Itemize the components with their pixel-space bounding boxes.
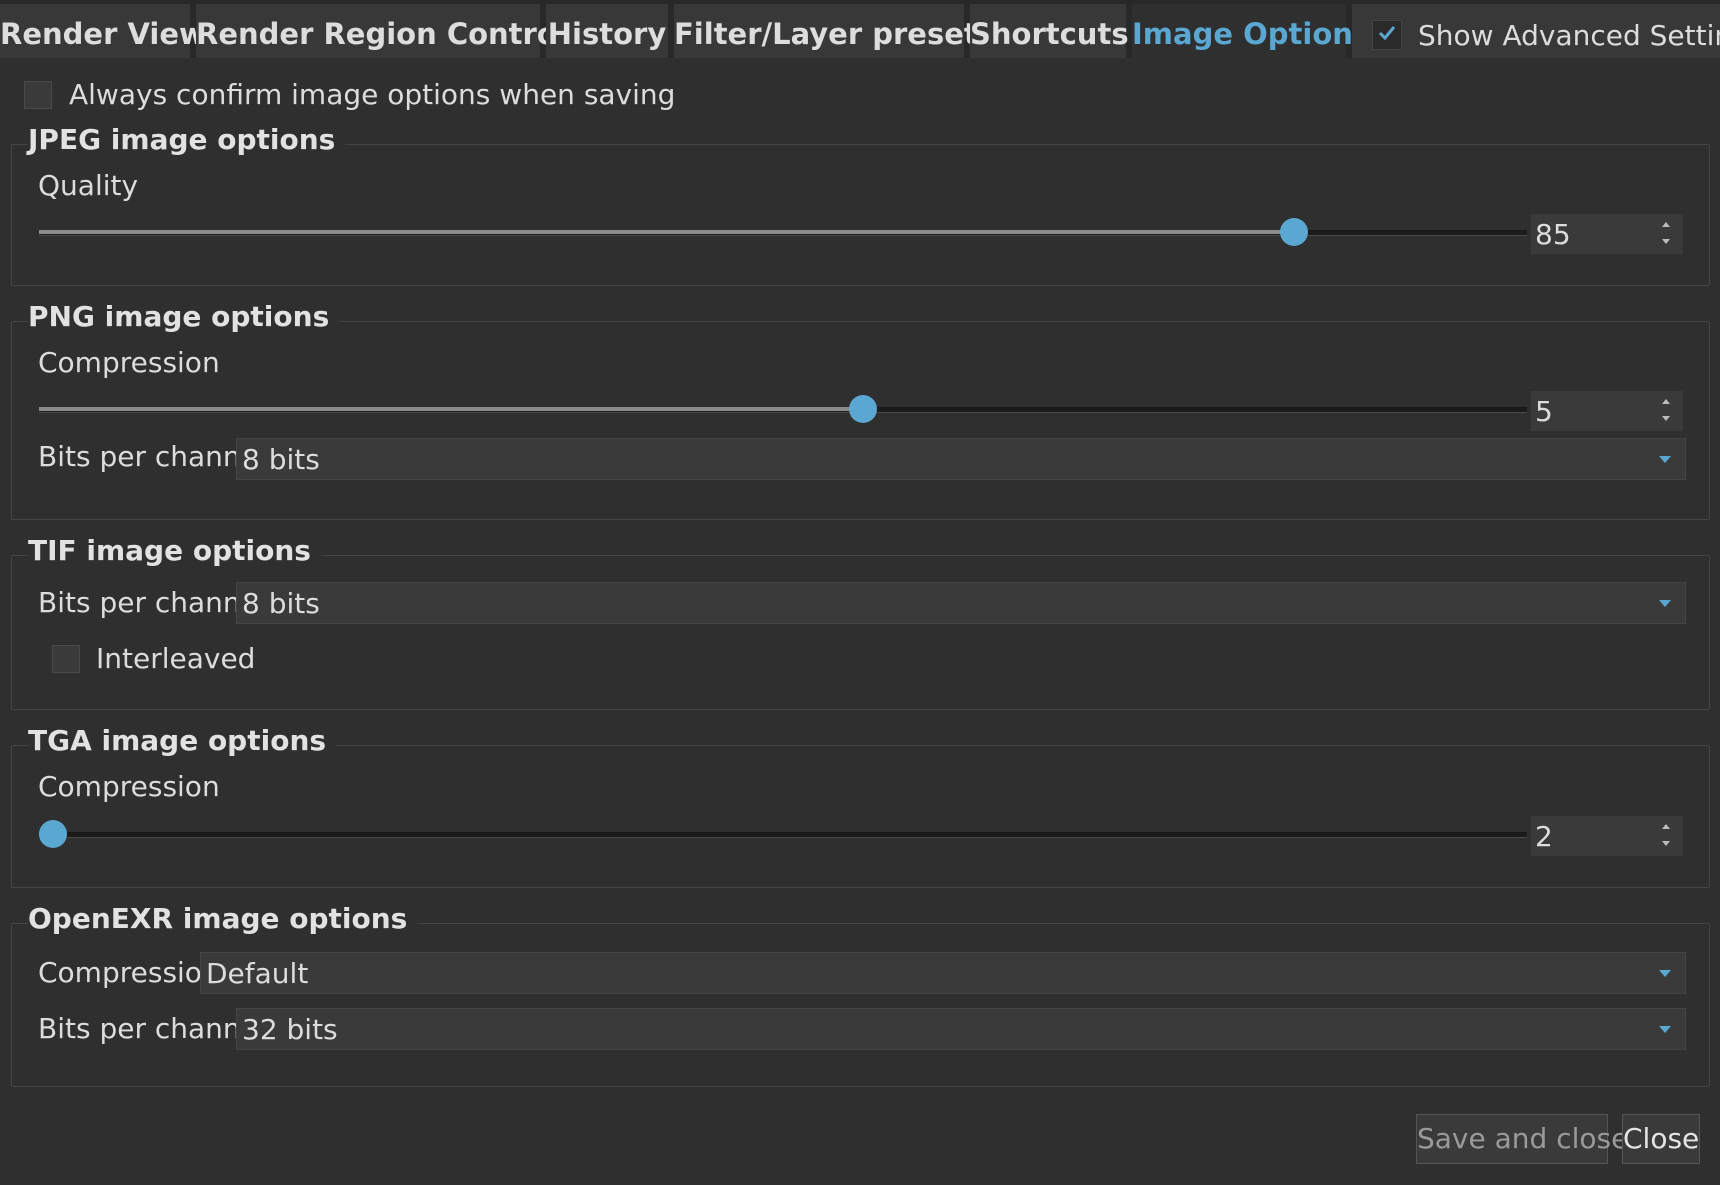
exr-bits-dropdown[interactable]: 32 bits bbox=[236, 1008, 1686, 1050]
chevron-down-icon bbox=[1659, 456, 1671, 463]
jpeg-options-title: JPEG image options bbox=[28, 123, 346, 156]
save-and-close-button[interactable]: Save and close bbox=[1416, 1114, 1628, 1164]
tab-bar: Render View Render Region Controls Histo… bbox=[0, 0, 1720, 58]
tab-render-view[interactable]: Render View bbox=[0, 4, 206, 58]
tga-compression-value: 2 bbox=[1535, 820, 1553, 853]
tif-interleaved-checkbox[interactable] bbox=[52, 645, 80, 673]
slider-handle[interactable] bbox=[849, 395, 878, 423]
tab-render-region-controls[interactable]: Render Region Controls bbox=[196, 4, 584, 58]
slider-fill bbox=[39, 230, 1294, 234]
show-advanced-settings[interactable]: Show Advanced Settings bbox=[1352, 4, 1720, 58]
jpeg-quality-value: 85 bbox=[1535, 218, 1571, 251]
png-compression-value: 5 bbox=[1535, 395, 1553, 428]
openexr-options-group: OpenEXR image options Compression Defaul… bbox=[11, 902, 1710, 1087]
png-bits-value: 8 bits bbox=[242, 443, 320, 476]
png-options-title: PNG image options bbox=[28, 300, 340, 333]
chevron-down-icon bbox=[1659, 1026, 1671, 1033]
exr-compression-value: Default bbox=[206, 957, 309, 990]
tab-shortcuts[interactable]: Shortcuts bbox=[970, 4, 1129, 58]
tab-image-options[interactable]: Image Options bbox=[1132, 4, 1370, 58]
exr-bits-value: 32 bits bbox=[242, 1013, 338, 1046]
tga-options-title: TGA image options bbox=[28, 724, 337, 757]
slider-track bbox=[39, 832, 1527, 838]
slider-fill bbox=[39, 407, 864, 411]
chevron-down-icon bbox=[1659, 600, 1671, 607]
checkmark-icon bbox=[1378, 26, 1396, 41]
tab-filter-layer-presets[interactable]: Filter/Layer presets bbox=[674, 4, 995, 58]
exr-compression-label: Compression bbox=[38, 956, 220, 989]
chevron-down-icon bbox=[1659, 970, 1671, 977]
slider-handle[interactable] bbox=[39, 820, 67, 848]
png-bits-label: Bits per channel bbox=[38, 440, 266, 473]
tga-compression-spinbox[interactable]: 2 bbox=[1531, 816, 1683, 856]
tif-bits-dropdown[interactable]: 8 bits bbox=[236, 582, 1686, 624]
tif-interleaved-label: Interleaved bbox=[96, 642, 256, 675]
exr-bits-label: Bits per channel bbox=[38, 1012, 266, 1045]
spin-down-icon[interactable] bbox=[1659, 236, 1673, 248]
tga-compression-label: Compression bbox=[38, 770, 220, 803]
close-button[interactable]: Close bbox=[1622, 1114, 1700, 1164]
spin-down-icon[interactable] bbox=[1659, 838, 1673, 850]
png-compression-spinbox[interactable]: 5 bbox=[1531, 391, 1683, 431]
tga-compression-slider[interactable] bbox=[39, 819, 1527, 849]
tab-history[interactable]: History bbox=[546, 4, 668, 58]
openexr-options-title: OpenEXR image options bbox=[28, 902, 418, 935]
jpeg-quality-label: Quality bbox=[38, 169, 139, 202]
tif-bits-value: 8 bits bbox=[242, 587, 320, 620]
tga-options-group: TGA image options Compression 2 bbox=[11, 724, 1710, 888]
jpeg-options-group: JPEG image options Quality 85 bbox=[11, 123, 1710, 286]
show-advanced-checkbox[interactable] bbox=[1372, 20, 1402, 50]
jpeg-quality-spinbox[interactable]: 85 bbox=[1531, 214, 1683, 254]
spin-up-icon[interactable] bbox=[1659, 821, 1673, 833]
exr-compression-dropdown[interactable]: Default bbox=[200, 952, 1686, 994]
spin-up-icon[interactable] bbox=[1659, 219, 1673, 231]
png-bits-dropdown[interactable]: 8 bits bbox=[236, 438, 1686, 480]
spin-down-icon[interactable] bbox=[1659, 413, 1673, 425]
png-compression-slider[interactable] bbox=[39, 394, 1527, 424]
spin-up-icon[interactable] bbox=[1659, 396, 1673, 408]
png-compression-label: Compression bbox=[38, 346, 220, 379]
jpeg-quality-slider[interactable] bbox=[39, 217, 1527, 247]
tif-bits-label: Bits per channel bbox=[38, 586, 266, 619]
png-options-group: PNG image options Compression 5 Bits per… bbox=[11, 300, 1710, 520]
always-confirm-label: Always confirm image options when saving bbox=[69, 78, 676, 111]
tif-options-title: TIF image options bbox=[28, 534, 321, 567]
always-confirm-checkbox[interactable] bbox=[24, 81, 52, 109]
show-advanced-label: Show Advanced Settings bbox=[1418, 19, 1720, 52]
tif-options-group: TIF image options Bits per channel 8 bit… bbox=[11, 534, 1710, 710]
slider-handle[interactable] bbox=[1280, 218, 1308, 246]
